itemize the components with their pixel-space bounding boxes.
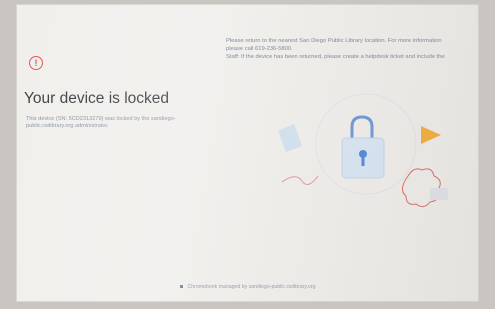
notice-line-2: please call 619-236-5800. xyxy=(226,46,293,52)
lock-shackle-icon xyxy=(350,115,374,138)
return-notice: Please return to the nearest San Diego P… xyxy=(226,37,476,61)
lock-description: This device (SN: 5CD2313279) was locked … xyxy=(26,116,176,130)
page-title: Your device is locked xyxy=(24,90,170,107)
notice-line-3: Staff: If the device has been returned, … xyxy=(226,54,445,60)
chromebook-icon xyxy=(179,285,183,289)
footer-text: Chromebook managed by sandiego-public.cw… xyxy=(187,284,316,290)
notice-line-1: Please return to the nearest San Diego P… xyxy=(226,38,442,44)
managed-footer: Chromebook managed by sandiego-public.cw… xyxy=(16,284,479,290)
pen-icon xyxy=(278,124,302,152)
warning-icon: ! xyxy=(29,56,43,70)
play-triangle-icon xyxy=(421,126,441,144)
locked-illustration xyxy=(278,93,448,208)
wavy-blob-icon xyxy=(402,168,441,208)
lock-screen: ! Your device is locked This device (SN:… xyxy=(16,4,479,302)
shadow-block xyxy=(430,188,448,200)
squiggle-line xyxy=(281,175,319,186)
